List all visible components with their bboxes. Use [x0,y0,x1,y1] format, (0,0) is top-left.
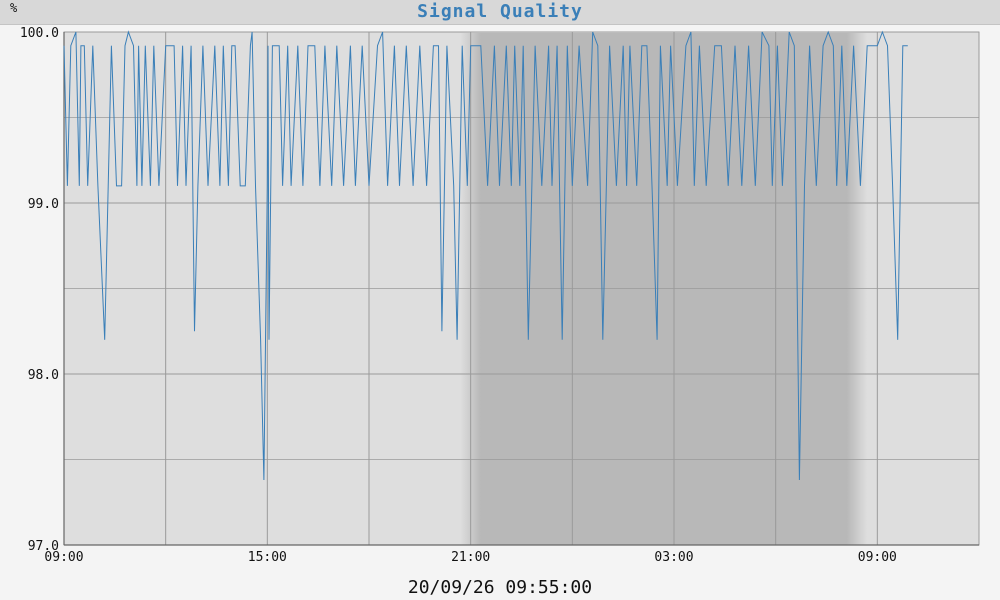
signal-quality-chart: 97.098.099.0100.009:00 15:00 21:00 03:00 09:… [20,26,980,565]
x-tick-label: 21:00 [451,550,490,565]
timestamp: 20/09/26 09:55:00 [407,577,593,598]
x-tick-label: 03:00 [654,550,693,565]
y-tick-label: 100.0 [20,26,59,41]
y-tick-label: 99.0 [28,197,59,212]
y-tick-label: 98.0 [28,368,59,383]
x-tick-label: 09:00 [44,550,83,565]
x-tick-label: 15:00 [248,550,287,565]
x-tick-label: 09:00 [858,550,897,565]
